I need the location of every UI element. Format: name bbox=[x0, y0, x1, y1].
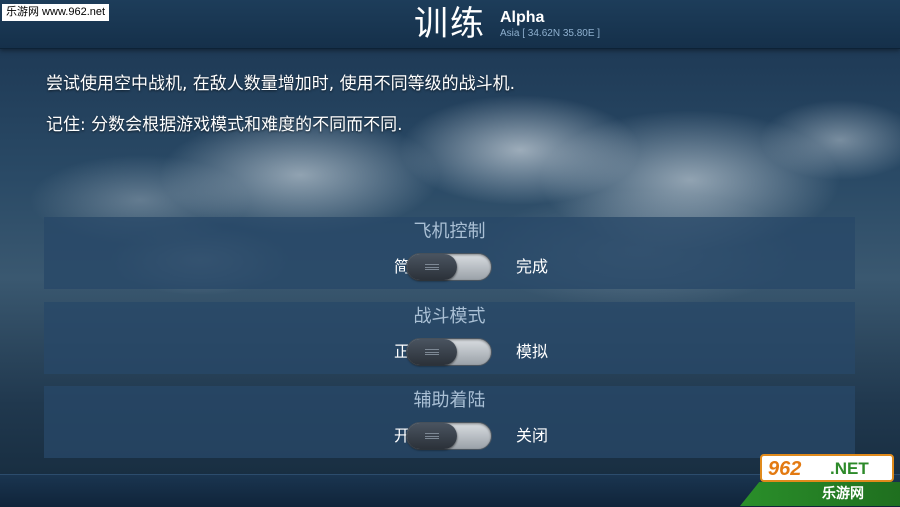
toggle-knob[interactable] bbox=[407, 339, 457, 365]
description-line-1: 尝试使用空中战机, 在敌人数量增加时, 使用不同等级的战斗机. bbox=[46, 74, 516, 94]
setting-title: 辅助着陆 bbox=[413, 390, 486, 411]
logo-number: 962 bbox=[768, 458, 802, 480]
grip-icon bbox=[425, 433, 439, 439]
grip-icon bbox=[425, 349, 439, 355]
toggle-knob[interactable] bbox=[407, 423, 457, 449]
aircraft-control-toggle[interactable] bbox=[406, 253, 492, 281]
setting-panel-landing-assist: 辅助着陆 开启 关闭 bbox=[44, 386, 855, 458]
combat-mode-toggle[interactable] bbox=[406, 338, 492, 366]
option-right-label[interactable]: 模拟 bbox=[516, 342, 548, 362]
logo-box: 962 .NET bbox=[760, 454, 894, 482]
logo-net: .NET bbox=[830, 459, 869, 478]
landing-assist-toggle[interactable] bbox=[406, 422, 492, 450]
setting-panel-aircraft-control: 飞机控制 简易 完成 bbox=[44, 217, 855, 289]
setting-panel-combat-mode: 战斗模式 正常 模拟 bbox=[44, 302, 855, 374]
toggle-knob[interactable] bbox=[407, 254, 457, 280]
mission-location: Asia [ 34.62N 35.80E ] bbox=[500, 28, 601, 39]
grip-icon bbox=[425, 264, 439, 270]
description-line-2: 记住: 分数会根据游戏模式和难度的不同而不同. bbox=[46, 115, 403, 135]
header-bar: 乐游网 www.962.net 训练 Alpha Asia [ 34.62N 3… bbox=[0, 0, 900, 49]
mission-name: Alpha bbox=[500, 9, 545, 26]
logo-strip bbox=[740, 482, 900, 506]
option-right-label[interactable]: 关闭 bbox=[516, 426, 548, 446]
option-right-label[interactable]: 完成 bbox=[516, 257, 548, 277]
page-title: 训练 bbox=[414, 4, 486, 44]
setting-title: 飞机控制 bbox=[413, 221, 486, 242]
logo-chinese-text: 乐游网 bbox=[822, 486, 864, 502]
setting-title: 战斗模式 bbox=[413, 306, 486, 327]
site-logo-watermark: 962 .NET 乐游网 bbox=[740, 454, 900, 506]
site-watermark: 乐游网 www.962.net bbox=[2, 4, 110, 21]
